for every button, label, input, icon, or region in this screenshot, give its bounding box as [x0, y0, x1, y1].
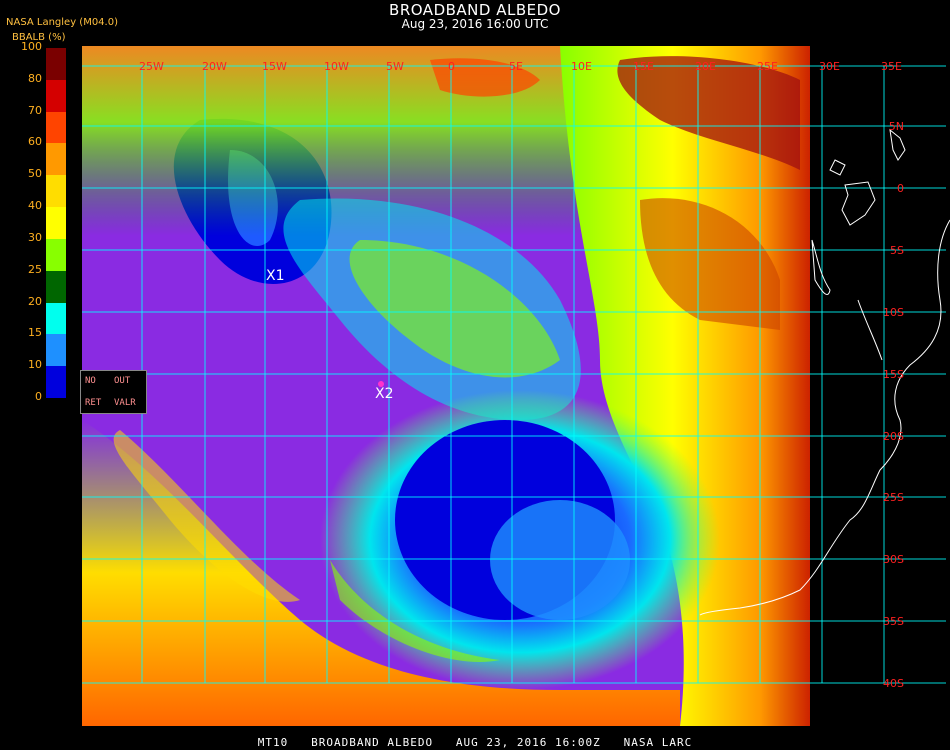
nodata-no: NO: [85, 376, 96, 386]
colorbar-segment: [46, 334, 66, 367]
longitude-label: 35E: [881, 60, 902, 73]
colorbar-segment: [46, 79, 66, 112]
colorbar: [46, 48, 66, 398]
colorbar-segment: [46, 238, 66, 271]
latitude-label: 5S: [890, 244, 904, 257]
latitude-label: 25S: [883, 491, 904, 504]
longitude-label: 25W: [139, 60, 164, 73]
source-label: NASA Langley (M04.0): [6, 17, 118, 28]
satellite-map-view: 25W 20W 15W 10W 5W 0 5E 10E 15E 20E 25E 30E 35E 5N 0 5…: [0, 0, 950, 750]
nodata-out: OUT: [114, 376, 131, 386]
colorbar-segment: [46, 111, 66, 144]
colorbar-tick-label: 25: [28, 262, 42, 276]
colorbar-tick-label: 10: [28, 358, 42, 372]
latitude-label: 20S: [883, 430, 904, 443]
longitude-label: 30E: [819, 60, 840, 73]
colorbar-tick-label: 100: [21, 40, 42, 53]
latitude-label: 5N: [889, 120, 904, 133]
colorbar-tick-label: 50: [28, 167, 42, 181]
colorbar-tick-label: 70: [28, 103, 42, 117]
colorbar-segment: [46, 207, 66, 239]
longitude-label: 15E: [633, 60, 654, 73]
longitude-label: 20E: [695, 60, 716, 73]
colorbar-tick-label: 60: [28, 135, 42, 149]
albedo-field: [82, 46, 810, 726]
longitude-label: 0: [448, 60, 455, 73]
nodata-ret: RET: [85, 398, 102, 408]
latitude-label: 30S: [883, 553, 904, 566]
longitude-label: 10W: [324, 60, 349, 73]
marker-x1: X1: [266, 268, 285, 284]
latitude-label: 0: [897, 182, 904, 195]
longitude-label: 15W: [262, 60, 287, 73]
nodata-valr: VALR: [114, 398, 136, 408]
colorbar-segment: [46, 175, 66, 208]
map-datetime: Aug 23, 2016 16:00 UTC: [401, 17, 549, 31]
marker-x2: X2: [375, 386, 394, 402]
colorbar-tick-label: 80: [28, 71, 42, 85]
latitude-label: 15S: [883, 368, 904, 381]
colorbar-tick-label: 30: [28, 230, 42, 244]
colorbar-tick-label: 40: [28, 199, 42, 213]
latitude-labels: 5N 0 5S 10S 15S 20S 25S 30S 35S 40S: [883, 120, 904, 690]
longitude-label: 5E: [509, 60, 523, 73]
latitude-label: 40S: [883, 677, 904, 690]
longitude-label: 25E: [757, 60, 778, 73]
longitude-label: 20W: [202, 60, 227, 73]
colorbar-segment: [46, 270, 66, 303]
longitude-label: 5W: [386, 60, 404, 73]
latitude-label: 10S: [883, 306, 904, 319]
no-data-legend: NO OUT RET VALR: [80, 370, 147, 414]
longitude-label: 10E: [571, 60, 592, 73]
colorbar-segment: [46, 302, 66, 335]
colorbar-segment: [46, 366, 66, 398]
colorbar-tick-label: 0: [35, 390, 42, 403]
colorbar-tick-label: 15: [28, 326, 42, 340]
latitude-label: 35S: [883, 615, 904, 628]
colorbar-tick-label: 20: [28, 294, 42, 308]
colorbar-segment: [46, 48, 66, 80]
footer-caption: MT10 BROADBAND ALBEDO AUG 23, 2016 16:00…: [257, 736, 693, 749]
colorbar-segment: [46, 143, 66, 176]
